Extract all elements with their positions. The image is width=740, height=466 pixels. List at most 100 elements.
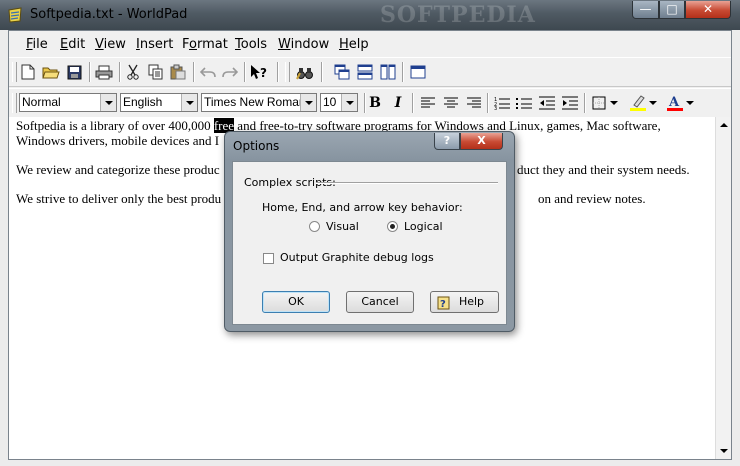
svg-text:?: ? bbox=[260, 66, 267, 80]
menu-edit[interactable]: Edit bbox=[60, 37, 85, 52]
print-icon[interactable] bbox=[95, 63, 113, 81]
menu-window[interactable]: Window bbox=[278, 37, 329, 52]
align-right-icon[interactable] bbox=[465, 94, 483, 112]
menu-help[interactable]: Help bbox=[339, 37, 369, 52]
cancel-button[interactable]: Cancel bbox=[346, 291, 414, 313]
radio-logical-label[interactable]: Logical bbox=[404, 220, 443, 233]
style-select-value: Normal bbox=[22, 95, 61, 109]
document-paragraph-3-visible-end: on and review notes. bbox=[538, 191, 646, 206]
dialog-close-button[interactable]: X bbox=[460, 133, 503, 150]
title-bar[interactable]: SOFTPEDIA Softpedia.txt - WorldPad — □ ✕ bbox=[0, 0, 740, 30]
toolbar-separator bbox=[277, 62, 279, 82]
dialog-context-help-button[interactable]: ? bbox=[434, 133, 460, 150]
find-binoculars-icon[interactable] bbox=[296, 63, 314, 81]
font-select-value: Times New Roman bbox=[204, 95, 306, 109]
bullet-list-icon[interactable] bbox=[515, 94, 533, 112]
window-title: Softpedia.txt - WorldPad bbox=[30, 7, 188, 22]
ok-button[interactable]: OK bbox=[262, 291, 330, 313]
chevron-down-icon[interactable] bbox=[100, 94, 116, 111]
group-divider bbox=[316, 182, 498, 184]
toolbar-grip[interactable] bbox=[285, 62, 290, 82]
toolbar-separator bbox=[119, 62, 121, 82]
document-paragraph-3: We strive to deliver only the best produ bbox=[16, 191, 222, 206]
svg-text:A: A bbox=[668, 95, 680, 110]
undo-icon[interactable] bbox=[199, 63, 217, 81]
toolbar-separator bbox=[412, 93, 414, 113]
toolbar-separator bbox=[193, 62, 195, 82]
window-layout-icon[interactable] bbox=[409, 63, 427, 81]
paragraph-text: Softpedia is a library of over 400,000 bbox=[16, 118, 214, 133]
font-color-dropdown-chevron-down-icon[interactable] bbox=[685, 94, 695, 112]
tile-horizontal-icon[interactable] bbox=[356, 63, 374, 81]
dialog-body: Complex scripts: Home, End, and arrow ke… bbox=[232, 161, 507, 325]
toolbar-grip[interactable] bbox=[12, 93, 17, 113]
menu-tools[interactable]: Tools bbox=[235, 37, 267, 52]
align-left-icon[interactable] bbox=[419, 94, 437, 112]
menu-view[interactable]: View bbox=[95, 37, 126, 52]
close-window-button[interactable]: ✕ bbox=[685, 1, 731, 19]
cut-scissors-icon[interactable] bbox=[124, 63, 142, 81]
dialog-title: Options bbox=[233, 139, 280, 153]
radio-visual[interactable] bbox=[309, 221, 320, 232]
font-color-icon[interactable]: A bbox=[666, 94, 684, 112]
decrease-indent-icon[interactable] bbox=[538, 94, 556, 112]
italic-icon[interactable]: I bbox=[389, 94, 407, 112]
radio-visual-label[interactable]: Visual bbox=[326, 220, 359, 233]
highlight-marker-icon[interactable] bbox=[629, 94, 647, 112]
menu-insert[interactable]: Insert bbox=[136, 37, 173, 52]
font-size-select[interactable]: 10 bbox=[320, 93, 358, 112]
highlight-dropdown-chevron-down-icon[interactable] bbox=[648, 94, 658, 112]
chevron-down-icon[interactable] bbox=[181, 94, 197, 111]
new-document-icon[interactable] bbox=[19, 63, 37, 81]
help-button[interactable]: ? Help bbox=[430, 291, 499, 313]
style-select[interactable]: Normal bbox=[19, 93, 117, 112]
menu-bar: File Edit View Insert Format Tools Windo… bbox=[9, 31, 731, 55]
worldpad-app-icon[interactable] bbox=[7, 7, 23, 23]
menu-format[interactable]: Format bbox=[182, 37, 228, 52]
language-select[interactable]: English bbox=[120, 93, 198, 112]
language-select-value: English bbox=[123, 95, 163, 109]
standard-toolbar: ? bbox=[9, 57, 731, 87]
options-dialog: Options ? X Complex scripts: Home, End, … bbox=[224, 131, 515, 332]
graphite-debug-label[interactable]: Output Graphite debug logs bbox=[280, 251, 434, 264]
toolbar-grip[interactable] bbox=[12, 62, 17, 82]
key-behavior-label: Home, End, and arrow key behavior: bbox=[262, 201, 463, 214]
menu-file[interactable]: File bbox=[26, 37, 48, 52]
bold-icon[interactable]: B bbox=[366, 94, 384, 112]
save-disk-icon[interactable] bbox=[65, 63, 83, 81]
toolbar-separator bbox=[487, 93, 489, 113]
scroll-down-arrow-icon[interactable] bbox=[716, 443, 731, 459]
format-toolbar: Normal English Times New Roman 10 B I 12… bbox=[9, 88, 731, 118]
open-folder-icon[interactable] bbox=[42, 63, 60, 81]
toolbar-separator bbox=[584, 93, 586, 113]
toolbar-separator bbox=[89, 62, 91, 82]
tile-vertical-icon[interactable] bbox=[379, 63, 397, 81]
borders-dropdown-chevron-down-icon[interactable] bbox=[609, 94, 619, 112]
font-select[interactable]: Times New Roman bbox=[201, 93, 317, 112]
cascade-windows-icon[interactable] bbox=[333, 63, 351, 81]
chevron-down-icon[interactable] bbox=[300, 94, 316, 111]
borders-icon[interactable] bbox=[590, 94, 608, 112]
font-size-select-value: 10 bbox=[323, 95, 337, 109]
radio-logical[interactable] bbox=[387, 221, 398, 232]
increase-indent-icon[interactable] bbox=[561, 94, 579, 112]
svg-text:3: 3 bbox=[494, 106, 497, 110]
graphite-debug-checkbox[interactable] bbox=[263, 253, 274, 264]
scroll-up-arrow-icon[interactable] bbox=[716, 117, 731, 133]
chevron-down-icon[interactable] bbox=[341, 94, 357, 111]
paste-icon[interactable] bbox=[169, 63, 187, 81]
minimize-button[interactable]: — bbox=[632, 1, 659, 19]
copy-icon[interactable] bbox=[147, 63, 165, 81]
redo-icon[interactable] bbox=[221, 63, 239, 81]
svg-text:?: ? bbox=[440, 299, 446, 310]
softpedia-watermark: SOFTPEDIA bbox=[380, 2, 536, 28]
numbered-list-icon[interactable]: 123 bbox=[493, 94, 511, 112]
align-center-icon[interactable] bbox=[442, 94, 460, 112]
toolbar-separator bbox=[321, 62, 323, 82]
document-paragraph-2-visible-end: duct they and their system needs. bbox=[517, 162, 690, 177]
maximize-button[interactable]: □ bbox=[659, 1, 685, 19]
toolbar-separator bbox=[244, 62, 246, 82]
vertical-scrollbar[interactable] bbox=[715, 117, 731, 459]
help-book-icon: ? bbox=[437, 295, 452, 317]
whats-this-help-icon[interactable]: ? bbox=[250, 63, 268, 81]
